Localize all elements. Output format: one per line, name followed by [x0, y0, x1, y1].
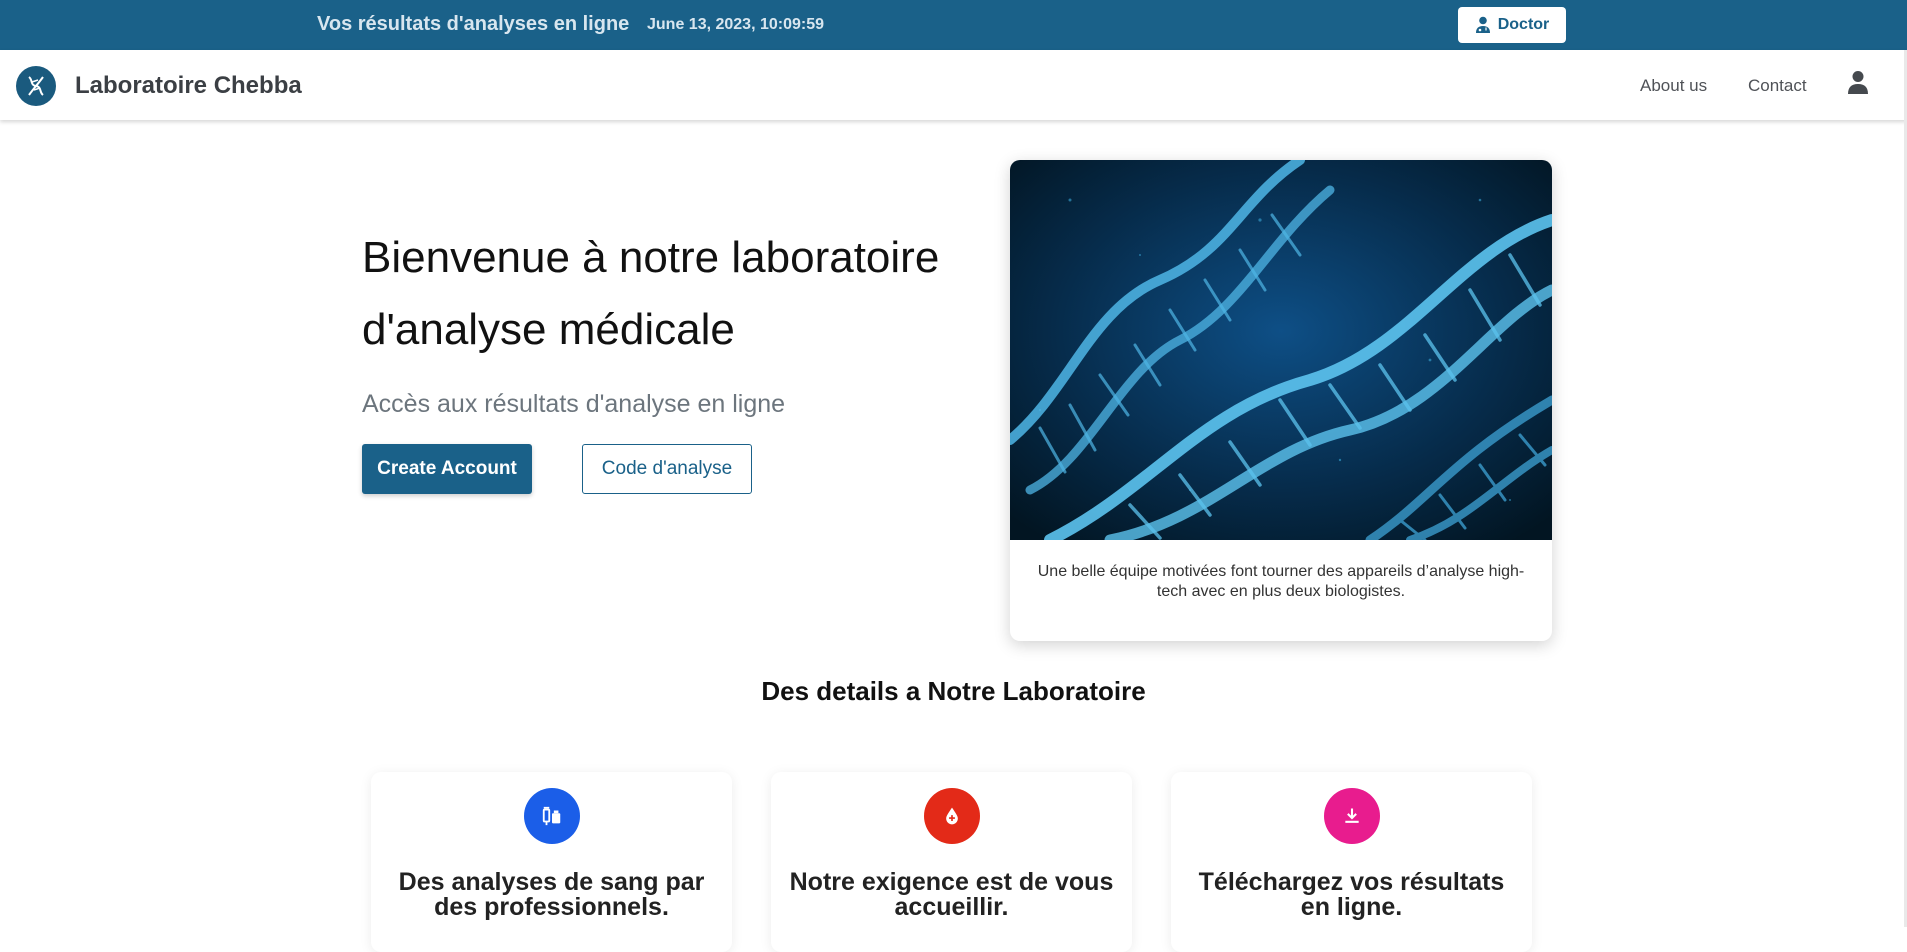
create-account-button[interactable]: Create Account	[362, 444, 532, 494]
lab-logo-icon[interactable]	[16, 66, 56, 106]
top-bar: Vos résultats d'analyses en ligne June 1…	[0, 0, 1907, 50]
feature-card-welcome: Notre exigence est de vous accueillir.	[771, 772, 1132, 952]
syringe-vials-icon	[524, 788, 580, 844]
doctor-button[interactable]: Doctor	[1458, 7, 1566, 43]
hero-subtitle: Accès aux résultats d'analyse en ligne	[362, 390, 786, 418]
doctor-icon	[1475, 16, 1490, 33]
download-icon	[1324, 788, 1380, 844]
nav-link-about[interactable]: About us	[1640, 76, 1707, 96]
feature-text: Des analyses de sang par des professionn…	[398, 868, 705, 921]
analysis-code-button[interactable]: Code d'analyse	[582, 444, 752, 494]
feature-text: Notre exigence est de vous accueillir.	[789, 868, 1114, 921]
dna-image	[1010, 160, 1552, 540]
feature-text: Téléchargez vos résultats en ligne.	[1198, 868, 1505, 921]
section-title: Des details a Notre Laboratoire	[761, 676, 1146, 706]
doctor-button-label: Doctor	[1497, 16, 1550, 33]
nav-link-contact[interactable]: Contact	[1748, 76, 1807, 96]
user-account-icon[interactable]	[1847, 70, 1869, 96]
brand-name[interactable]: Laboratoire Chebba	[75, 72, 302, 100]
navbar: Laboratoire Chebba About us Contact	[0, 50, 1907, 120]
feature-card-download-results: Téléchargez vos résultats en ligne.	[1171, 772, 1532, 952]
hero-title: Bienvenue à notre laboratoire d'analyse …	[362, 233, 940, 354]
top-bar-title: Vos résultats d'analyses en ligne	[317, 13, 630, 35]
current-datetime: June 13, 2023, 10:09:59	[647, 16, 825, 33]
feature-card-blood-analysis: Des analyses de sang par des professionn…	[371, 772, 732, 952]
blood-drop-icon	[924, 788, 980, 844]
lab-card: Une belle équipe motivées font tourner d…	[1010, 160, 1552, 641]
card-caption: Une belle équipe motivées font tourner d…	[1037, 563, 1525, 600]
